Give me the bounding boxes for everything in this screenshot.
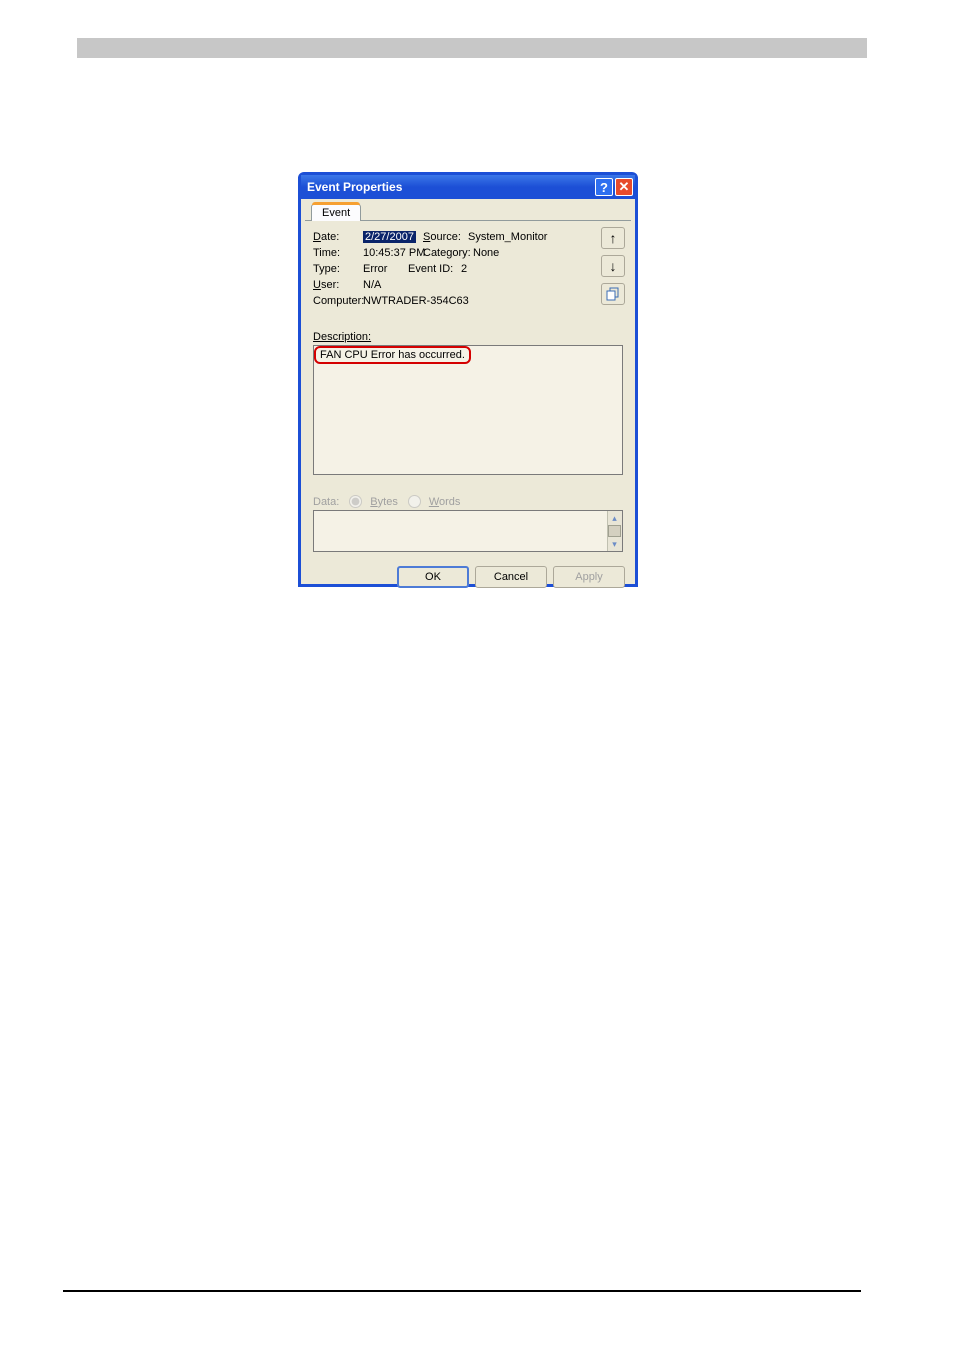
close-icon[interactable]: ✕ xyxy=(615,178,633,196)
titlebar-text: Event Properties xyxy=(307,180,593,194)
tab-label: Event xyxy=(322,207,350,219)
words-radio xyxy=(408,495,421,508)
event-info-grid: Date: 2/27/2007 Source: System_Monitor T… xyxy=(313,231,623,331)
tab-event[interactable]: Event xyxy=(311,204,361,221)
description-label: Description: xyxy=(313,331,623,343)
titlebar[interactable]: Event Properties ? ✕ xyxy=(301,175,635,199)
date-value: 2/27/2007 xyxy=(363,231,416,243)
description-box[interactable]: FAN CPU Error has occurred. xyxy=(313,345,623,475)
scroll-down-icon[interactable]: ▾ xyxy=(608,538,621,550)
tab-row: Event xyxy=(305,199,631,221)
words-label: Words xyxy=(429,496,461,508)
source-value: System_Monitor xyxy=(468,231,547,243)
time-label: Time: xyxy=(313,247,340,259)
category-label: Category: xyxy=(423,247,471,259)
computer-value: NWTRADER-354C63 xyxy=(363,295,469,307)
page-bottom-rule xyxy=(63,1290,861,1292)
scrollbar[interactable]: ▴ ▾ xyxy=(607,511,622,551)
type-value: Error xyxy=(363,263,387,275)
date-label: Date: xyxy=(313,231,339,243)
cancel-button[interactable]: Cancel xyxy=(475,566,547,588)
help-icon[interactable]: ? xyxy=(595,178,613,196)
cancel-button-label: Cancel xyxy=(494,571,528,583)
page-top-gray-bar xyxy=(77,38,867,58)
bytes-label: Bytes xyxy=(370,496,398,508)
data-box: ▴ ▾ xyxy=(313,510,623,552)
scroll-thumb[interactable] xyxy=(608,525,621,537)
user-value: N/A xyxy=(363,279,381,291)
event-id-label: Event ID: xyxy=(408,263,453,275)
dialog-content: ↑ ↓ Date: 2/27/2007 Source: System_Monit… xyxy=(301,221,635,558)
category-value: None xyxy=(473,247,499,259)
source-label: Source: xyxy=(423,231,461,243)
apply-button-label: Apply xyxy=(575,571,603,583)
data-format-row: Data: Bytes Words xyxy=(313,495,623,508)
data-label: Data: xyxy=(313,496,339,508)
apply-button: Apply xyxy=(553,566,625,588)
scroll-up-icon[interactable]: ▴ xyxy=(608,512,621,524)
user-label: User: xyxy=(313,279,339,291)
event-properties-dialog: Event Properties ? ✕ Event ↑ ↓ xyxy=(298,172,638,587)
description-text: FAN CPU Error has occurred. xyxy=(314,346,471,364)
ok-button-label: OK xyxy=(425,571,441,583)
ok-button[interactable]: OK xyxy=(397,566,469,588)
type-label: Type: xyxy=(313,263,340,275)
bytes-radio xyxy=(349,495,362,508)
time-value: 10:45:37 PM xyxy=(363,247,425,259)
event-id-value: 2 xyxy=(461,263,467,275)
dialog-button-row: OK Cancel Apply xyxy=(301,558,635,598)
computer-label: Computer: xyxy=(313,295,364,307)
